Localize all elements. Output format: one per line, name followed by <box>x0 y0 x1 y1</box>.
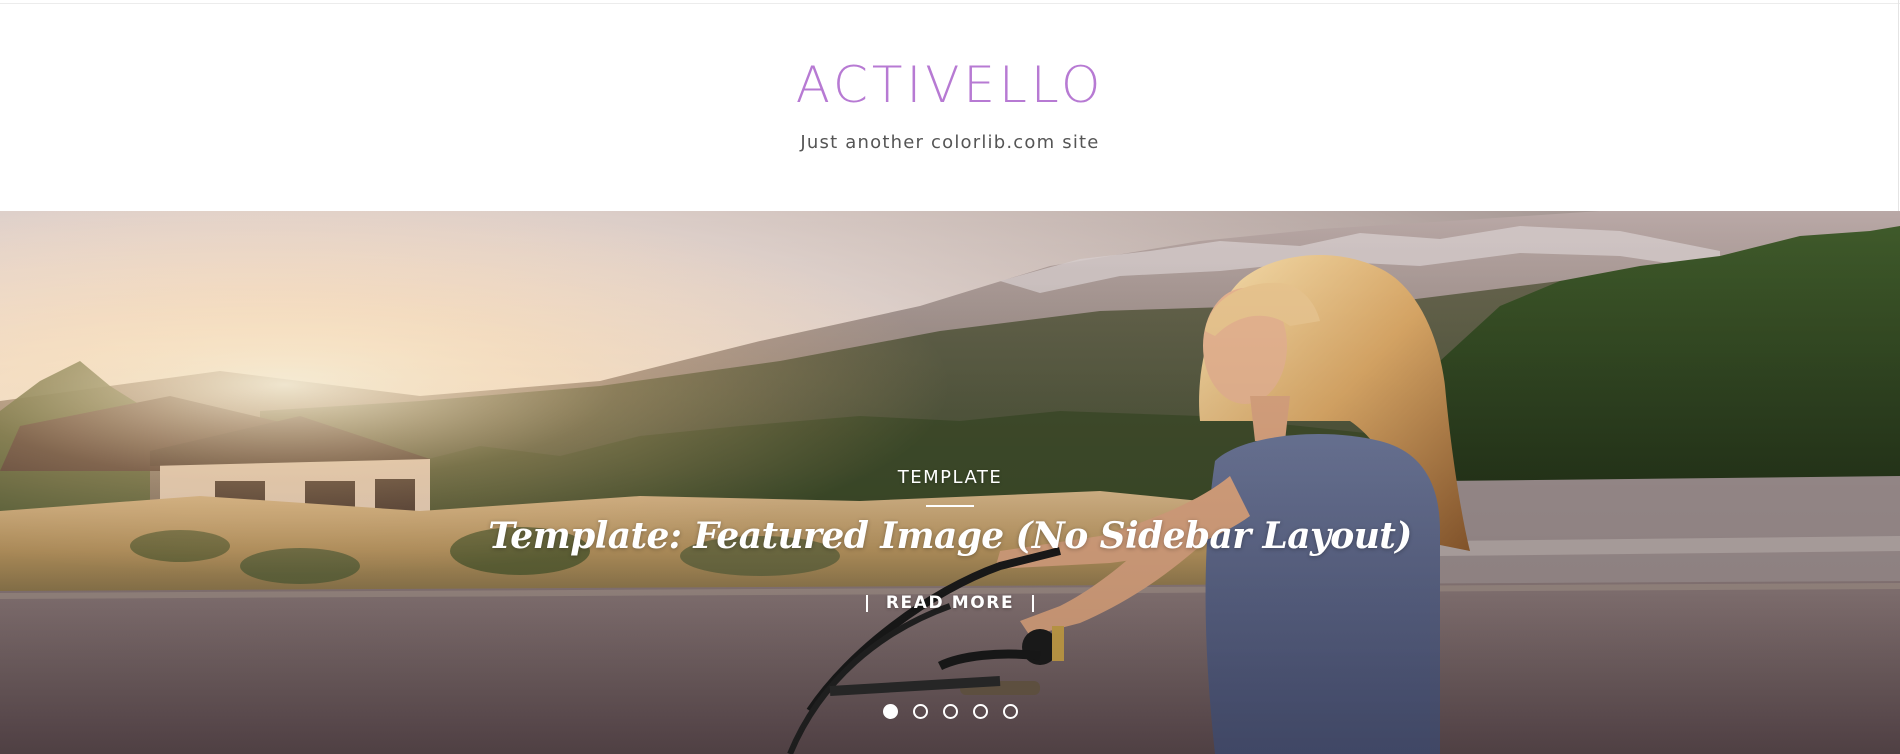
slider-pagination <box>883 704 1018 720</box>
read-more-label: READ MORE <box>885 593 1015 613</box>
site-tagline: Just another colorlib.com site <box>800 132 1100 153</box>
read-more-left-bar <box>866 594 868 612</box>
slider-dot-4[interactable] <box>973 704 988 719</box>
slide-divider <box>926 505 974 507</box>
hero-slider: TEMPLATE Template: Featured Image (No Si… <box>0 211 1900 754</box>
slide-title: Template: Featured Image (No Sidebar Lay… <box>488 515 1412 557</box>
slider-dot-3[interactable] <box>943 704 958 719</box>
slider-dot-1[interactable] <box>883 704 898 719</box>
read-more-button[interactable]: READ MORE <box>866 591 1034 615</box>
slider-dot-2[interactable] <box>913 704 928 719</box>
slider-dot-5[interactable] <box>1003 704 1018 719</box>
site-title-link[interactable]: ACTIVELLO <box>0 60 1900 110</box>
page: ACTIVELLO Just another colorlib.com site <box>0 0 1900 754</box>
slide-category-link[interactable]: TEMPLATE <box>0 467 1900 488</box>
site-header: ACTIVELLO Just another colorlib.com site <box>0 4 1900 211</box>
read-more-right-bar <box>1032 594 1034 612</box>
